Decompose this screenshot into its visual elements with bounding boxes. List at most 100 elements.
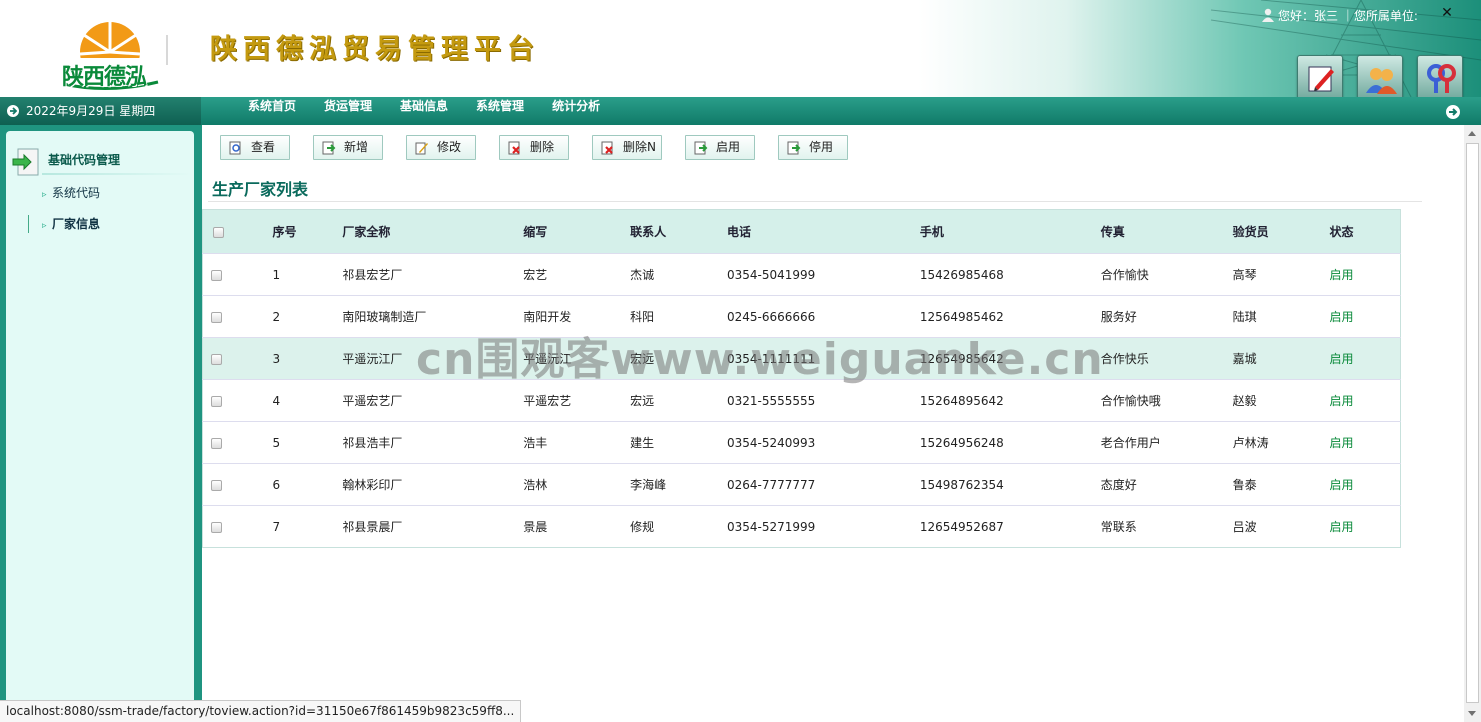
menu-item-cargo[interactable]: 货运管理 — [324, 97, 372, 115]
cell-status[interactable]: 启用 — [1329, 380, 1400, 422]
row-checkbox[interactable] — [211, 269, 222, 281]
cell-no: 7 — [272, 519, 281, 534]
scrollbar-thumb[interactable] — [1466, 143, 1479, 703]
refresh-icon[interactable] — [6, 104, 20, 118]
row-select-cell — [203, 422, 273, 464]
cell-contact: 修规 — [630, 520, 655, 534]
row-checkbox[interactable] — [211, 479, 222, 491]
row-checkbox[interactable] — [211, 311, 222, 323]
cell-full-name: 平遥沅江厂 — [342, 352, 403, 366]
cell-abbr: 浩林 — [523, 478, 548, 492]
delete-button-label: 删除 — [530, 140, 555, 154]
cell-abbr: 南阳开发 — [523, 310, 572, 324]
table-row[interactable]: 3 平遥沅江厂 平遥沅江 宏远 0354-1111111 12654985642… — [202, 337, 1401, 380]
section-underline — [42, 173, 192, 175]
cell-inspector: 嘉城 — [1232, 352, 1257, 366]
delete-button[interactable]: 删除 — [499, 135, 569, 160]
table-row[interactable]: 7 祁县景晨厂 景晨 修规 0354-5271999 12654952687 常… — [202, 505, 1401, 548]
list-title: 生产厂家列表 — [212, 180, 309, 199]
cell-inspector: 赵毅 — [1232, 394, 1257, 408]
nav-bar: 2022年9月29日 星期四 系统首页 货运管理 基础信息 系统管理 统计分析 — [0, 97, 1481, 125]
col-header-mobile: 手机 — [919, 225, 944, 239]
row-checkbox[interactable] — [211, 521, 222, 533]
cell-fax: 合作愉快哦 — [1100, 394, 1161, 408]
cell-phone: 0354-1111111 — [726, 351, 816, 366]
scroll-down-icon[interactable] — [1468, 711, 1476, 716]
users-icon — [1366, 68, 1397, 94]
row-checkbox[interactable] — [211, 395, 222, 407]
cell-full-name: 祁县宏艺厂 — [342, 268, 403, 282]
chevron-right-icon: ▹ — [42, 221, 47, 231]
view-icon — [229, 141, 241, 155]
cell-status[interactable]: 启用 — [1329, 296, 1400, 338]
table-row[interactable]: 1 祁县宏艺厂 宏艺 杰诚 0354-5041999 15426985468 合… — [202, 253, 1401, 296]
table-header-row: 序号 厂家全称 缩写 联系人 电话 手机 传真 验货员 状态 — [202, 209, 1401, 254]
edit-button-label: 修改 — [437, 140, 462, 154]
menu-item-system[interactable]: 系统管理 — [476, 97, 524, 115]
chevron-right-icon: ▹ — [42, 190, 47, 200]
cell-status[interactable]: 启用 — [1329, 338, 1400, 380]
menu-item-statistics[interactable]: 统计分析 — [552, 97, 600, 115]
view-button[interactable]: 查看 — [220, 135, 290, 160]
col-header-fax: 传真 — [1100, 225, 1125, 239]
menu-item-basic-info[interactable]: 基础信息 — [400, 97, 448, 115]
sidebar-item-system-code[interactable]: ▹ 系统代码 — [42, 184, 100, 202]
enable-button-label: 启用 — [716, 140, 741, 154]
close-icon[interactable]: ✕ — [1440, 6, 1454, 20]
edit-record-button[interactable]: 修改 — [406, 135, 476, 160]
cell-phone: 0245-6666666 — [726, 309, 816, 324]
disable-button[interactable]: 停用 — [778, 135, 848, 160]
row-checkbox[interactable] — [211, 353, 222, 365]
expand-arrow-icon[interactable] — [1445, 104, 1461, 120]
cell-mobile: 15498762354 — [919, 477, 1004, 492]
cell-status[interactable]: 启用 — [1329, 464, 1400, 506]
cell-fax: 合作愉快 — [1100, 268, 1149, 282]
sidebar-item-factory-info[interactable]: ▹ 厂家信息 — [28, 215, 100, 233]
sidebar-section-header[interactable]: 基础代码管理 — [12, 143, 192, 176]
cell-mobile: 15426985468 — [919, 267, 1004, 282]
col-header-contact: 联系人 — [630, 225, 667, 239]
sidebar-section-title: 基础代码管理 — [48, 153, 121, 167]
vertical-scrollbar[interactable] — [1464, 125, 1481, 722]
title-divider — [208, 201, 1422, 202]
delete-n-button-label: 删除N — [623, 140, 656, 154]
enable-icon — [694, 141, 708, 155]
cell-no: 1 — [272, 267, 281, 282]
delete-n-button[interactable]: 删除N — [592, 135, 662, 160]
cell-status[interactable]: 启用 — [1329, 254, 1400, 296]
keys-button[interactable] — [1417, 55, 1463, 97]
table-row[interactable]: 6 翰林彩印厂 浩林 李海峰 0264-7777777 15498762354 … — [202, 463, 1401, 506]
header-divider — [166, 35, 168, 65]
sidebar-item-label: 系统代码 — [52, 186, 101, 200]
edit-button[interactable] — [1297, 55, 1343, 97]
table-row[interactable]: 4 平遥宏艺厂 平遥宏艺 宏远 0321-5555555 15264895642… — [202, 379, 1401, 422]
cell-fax: 合作快乐 — [1100, 352, 1149, 366]
col-header-no: 序号 — [272, 225, 297, 239]
enable-button[interactable]: 启用 — [685, 135, 755, 160]
col-header-full-name: 厂家全称 — [342, 225, 391, 239]
delete-icon — [601, 141, 613, 155]
cell-abbr: 平遥沅江 — [523, 352, 572, 366]
cell-status[interactable]: 启用 — [1329, 422, 1400, 464]
row-checkbox[interactable] — [211, 437, 222, 449]
users-button[interactable] — [1357, 55, 1403, 97]
cell-full-name: 平遥宏艺厂 — [342, 394, 403, 408]
logo-text: 陕西德泓 — [62, 64, 147, 90]
select-all-checkbox[interactable] — [213, 226, 224, 238]
row-select-cell — [203, 464, 273, 506]
menu-item-home[interactable]: 系统首页 — [248, 97, 296, 115]
cell-no: 6 — [272, 477, 281, 492]
cell-phone: 0354-5271999 — [726, 519, 816, 534]
table-row[interactable]: 5 祁县浩丰厂 浩丰 建生 0354-5240993 15264956248 老… — [202, 421, 1401, 464]
cell-contact: 科阳 — [630, 310, 655, 324]
cell-mobile: 12564985462 — [919, 309, 1004, 324]
cell-status[interactable]: 启用 — [1329, 506, 1400, 548]
user-info: 您好：张三 ｜您所属单位: — [1262, 7, 1418, 24]
table-row[interactable]: 2 南阳玻璃制造厂 南阳开发 科阳 0245-6666666 125649854… — [202, 295, 1401, 338]
cell-contact: 杰诚 — [630, 268, 655, 282]
cell-abbr: 景晨 — [523, 520, 548, 534]
cell-phone: 0354-5041999 — [726, 267, 816, 282]
col-header-phone: 电话 — [726, 225, 751, 239]
scroll-up-icon[interactable] — [1468, 131, 1476, 136]
add-button[interactable]: 新增 — [313, 135, 383, 160]
